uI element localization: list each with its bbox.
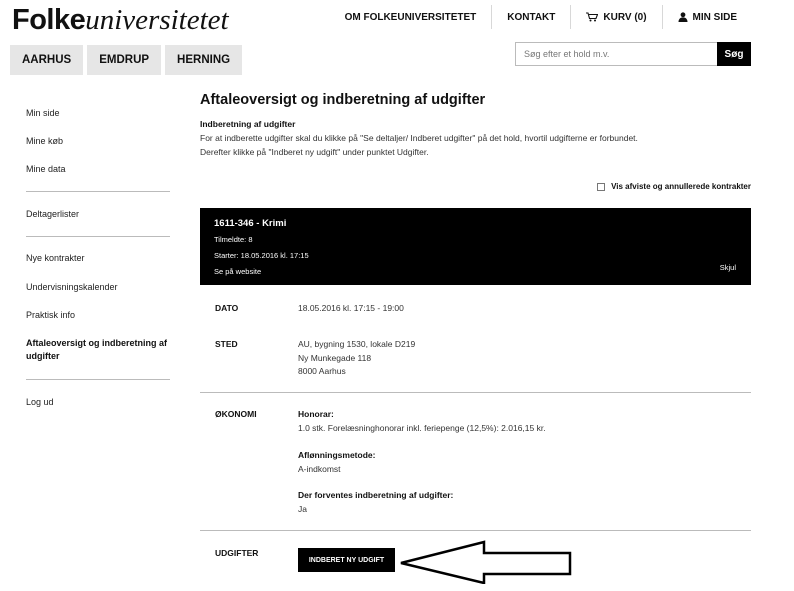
- course-header: 1611-346 - Krimi Tilmeldte: 8 Starter: 1…: [200, 208, 751, 285]
- show-rejected-checkbox[interactable]: [597, 182, 606, 191]
- afloenning-value: A-indkomst: [298, 463, 341, 474]
- my-page-link[interactable]: MIN SIDE: [663, 5, 752, 29]
- section-divider: [200, 530, 751, 531]
- dato-value: 18.05.2016 kl. 17:15 - 19:00: [298, 303, 404, 313]
- udgifter-label: UDGIFTER: [215, 548, 259, 558]
- sidebar-item-min-side[interactable]: Min side: [26, 107, 60, 120]
- honorar-heading: Honorar:: [298, 409, 334, 419]
- search-bar: Søg: [515, 42, 751, 66]
- honorar-value: 1.0 stk. Forelæsninghonorar inkl. feriep…: [298, 422, 546, 433]
- location-tabs: AARHUS EMDRUP HERNING: [10, 45, 243, 75]
- tab-herning[interactable]: HERNING: [165, 45, 243, 75]
- forventes-heading: Der forventes indberetning af udgifter:: [298, 490, 454, 500]
- section-divider: [200, 392, 751, 393]
- my-page-label: MIN SIDE: [692, 11, 737, 23]
- oekonomi-value: Honorar: 1.0 stk. Forelæsninghonorar ink…: [298, 408, 546, 516]
- intro-heading: Indberetning af udgifter: [200, 119, 296, 129]
- course-website-link[interactable]: Se på website: [214, 267, 261, 276]
- intro-line: Derefter klikke på "Indberet ny udgift" …: [200, 147, 429, 157]
- tab-aarhus[interactable]: AARHUS: [10, 45, 84, 75]
- sidebar-item-mine-koeb[interactable]: Mine køb: [26, 135, 63, 148]
- about-link[interactable]: OM FOLKEUNIVERSITETET: [330, 5, 492, 29]
- search-button[interactable]: Søg: [717, 42, 751, 66]
- cart-link[interactable]: KURV (0): [571, 5, 661, 29]
- address-line: 8000 Aarhus: [298, 366, 346, 376]
- user-icon: [678, 12, 688, 22]
- sidebar-item-deltagerlister[interactable]: Deltagerlister: [26, 208, 79, 221]
- intro-text: For at indberette udgifter skal du klikk…: [200, 131, 751, 159]
- logo[interactable]: Folkeuniversitetet: [12, 4, 229, 37]
- sidebar-item-mine-data[interactable]: Mine data: [26, 163, 66, 176]
- address-line: AU, bygning 1530, lokale D219: [298, 339, 416, 349]
- logo-bold: Folke: [12, 4, 86, 36]
- tab-emdrup[interactable]: EMDRUP: [87, 45, 162, 75]
- sidebar-item-praktisk-info[interactable]: Praktisk info: [26, 309, 75, 322]
- sted-value: AU, bygning 1530, lokale D219 Ny Munkega…: [298, 338, 415, 379]
- sidebar-divider: [26, 379, 170, 380]
- address-line: Ny Munkegade 118: [298, 352, 372, 363]
- cart-icon: [586, 12, 599, 22]
- intro-line: For at indberette udgifter skal du klikk…: [200, 133, 638, 143]
- search-input[interactable]: [515, 42, 717, 66]
- logo-script: universitetet: [85, 4, 229, 36]
- indberet-ny-udgift-button[interactable]: INDBERET NY UDGIFT: [298, 548, 395, 572]
- dato-label: DATO: [215, 303, 239, 313]
- sidebar-item-log-ud[interactable]: Log ud: [26, 396, 54, 409]
- sidebar-item-nye-kontrakter[interactable]: Nye kontrakter: [26, 252, 85, 265]
- cart-label: KURV (0): [603, 11, 647, 23]
- show-rejected-label: Vis afviste og annullerede kontrakter: [611, 182, 751, 191]
- course-starts: Starter: 18.05.2016 kl. 17:15: [214, 251, 309, 260]
- contact-link[interactable]: KONTAKT: [492, 5, 570, 29]
- sidebar-divider: [26, 236, 170, 237]
- sidebar-item-undervisningskalender[interactable]: Undervisningskalender: [26, 281, 118, 294]
- top-nav: OM FOLKEUNIVERSITETET KONTAKT KURV (0) M…: [330, 0, 752, 34]
- hide-toggle[interactable]: Skjul: [720, 263, 736, 272]
- forventes-value: Ja: [298, 503, 307, 514]
- sted-label: STED: [215, 339, 238, 349]
- afloenning-heading: Aflønningsmetode:: [298, 450, 376, 460]
- course-enrolled: Tilmeldte: 8: [214, 235, 253, 244]
- oekonomi-label: ØKONOMI: [215, 409, 257, 419]
- arrow-annotation-icon: [400, 540, 572, 584]
- show-rejected-toggle[interactable]: Vis afviste og annullerede kontrakter: [597, 182, 751, 191]
- sidebar-divider: [26, 191, 170, 192]
- course-title: 1611-346 - Krimi: [214, 218, 287, 229]
- page-title: Aftaleoversigt og indberetning af udgift…: [200, 92, 486, 108]
- sidebar-item-aftaleoversigt[interactable]: Aftaleoversigt og indberetning af udgift…: [26, 337, 170, 363]
